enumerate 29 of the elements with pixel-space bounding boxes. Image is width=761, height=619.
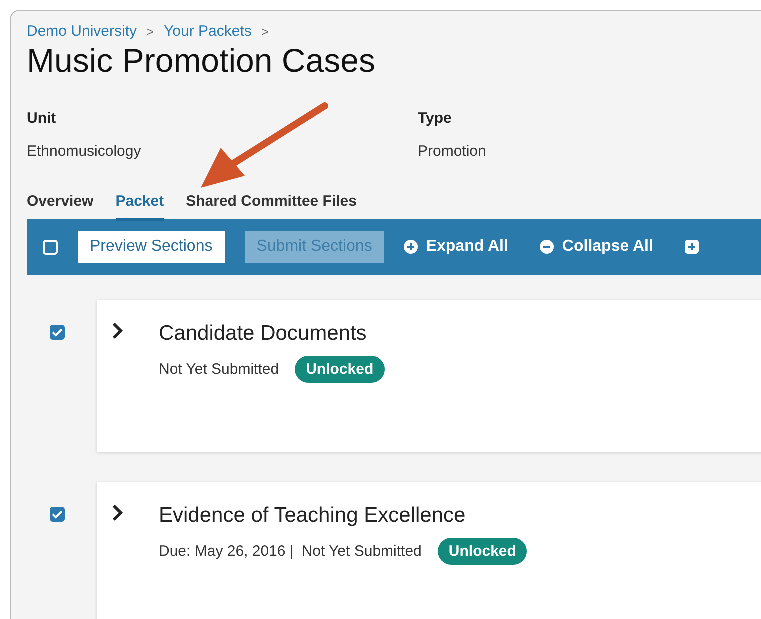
chevron-right-icon [111, 322, 125, 340]
toolbar-button[interactable]: Preview Sections [78, 231, 225, 263]
select-all-checkbox[interactable] [43, 240, 58, 254]
breadcrumb-link[interactable]: Your Packets [164, 23, 252, 40]
field-value: Ethnomusicology [27, 143, 142, 160]
breadcrumb-separator: > [262, 24, 269, 38]
toolbar-action[interactable]: Collapse All [540, 238, 666, 256]
minus-circle-icon [540, 240, 554, 254]
section-status: Due: May 26, 2016 | [159, 543, 294, 560]
status-badge: Unlocked [438, 538, 528, 565]
status-badge: Unlocked [295, 356, 385, 383]
breadcrumb-separator: > [147, 24, 154, 38]
tab[interactable]: Overview [27, 193, 94, 221]
chevron-right-icon [111, 504, 125, 522]
field-label: Unit [27, 110, 58, 127]
plus-circle-icon [404, 240, 418, 254]
field-label: Type [418, 110, 453, 127]
section-checkbox[interactable] [50, 325, 65, 340]
page-title: Music Promotion Cases [27, 42, 376, 80]
breadcrumb-link[interactable]: Demo University [27, 23, 138, 40]
section-status: Not Yet Submitted [159, 361, 280, 378]
section-status: Not Yet Submitted [302, 543, 422, 560]
section-checkbox[interactable] [50, 507, 65, 522]
section-title: Candidate Documents [159, 322, 367, 345]
tab[interactable]: Shared Committee Files [186, 193, 357, 221]
plus-square-icon[interactable] [685, 240, 700, 254]
toolbar-action[interactable]: Expand All [404, 238, 520, 256]
field-value: Promotion [418, 143, 488, 160]
section-title: Evidence of Teaching Excellence [159, 504, 466, 527]
